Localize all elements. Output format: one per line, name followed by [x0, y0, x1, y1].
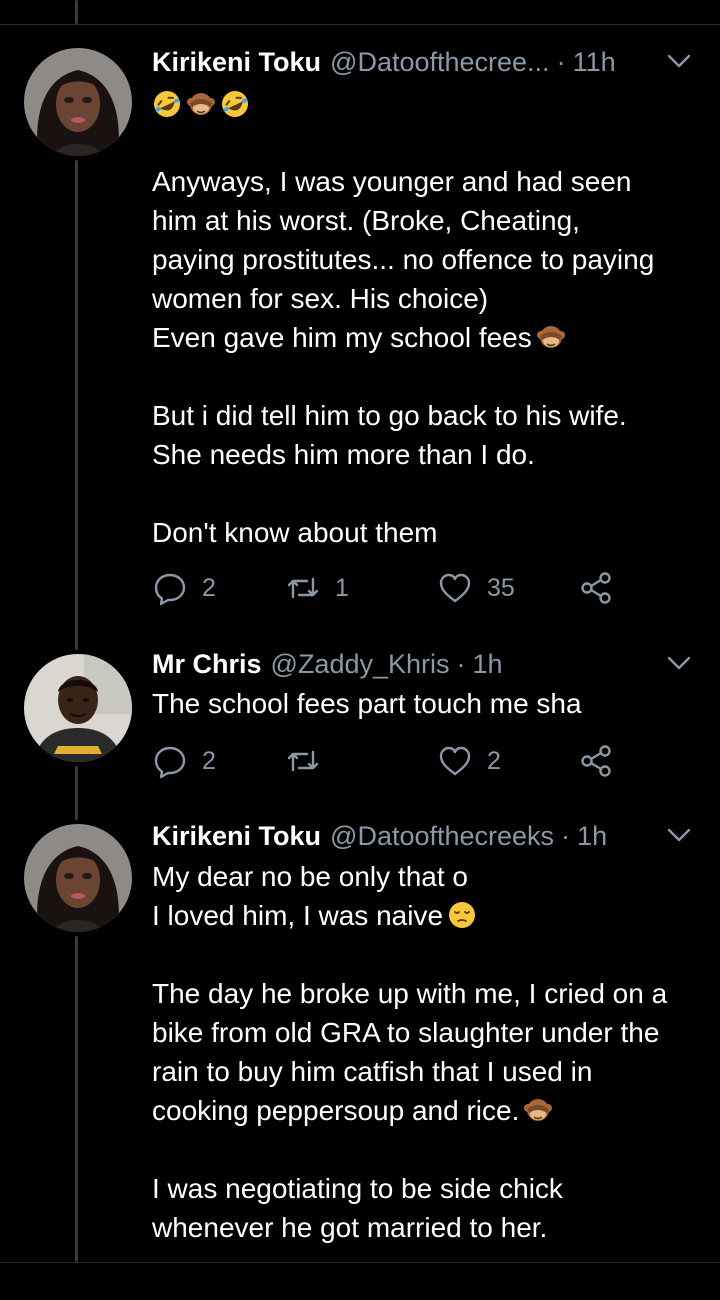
- tweet-line: I was negotiating to be side chick: [152, 1173, 563, 1204]
- chevron-down-icon[interactable]: [666, 652, 692, 674]
- tweet-actions: 2 1 35: [152, 568, 632, 608]
- username[interactable]: @Zaddy_Khris: [271, 649, 450, 680]
- tweet-actions: 2 2: [152, 741, 632, 781]
- avatar[interactable]: [24, 654, 132, 762]
- emoji-line: [152, 84, 708, 123]
- avatar[interactable]: [24, 824, 132, 932]
- reply-count: 2: [202, 746, 216, 775]
- pensive-face-emoji: [447, 900, 477, 930]
- tweet-line: cooking peppersoup and rice.: [152, 1091, 708, 1130]
- tweet-line: Even gave him my school fees: [152, 318, 708, 357]
- like-button[interactable]: 35: [437, 568, 515, 608]
- like-icon: [439, 573, 471, 603]
- tweet-line: I loved him, I was naive: [152, 896, 708, 935]
- tweet-line: Don't know about them: [152, 517, 438, 548]
- tweet-line: She needs him more than I do.: [152, 439, 535, 470]
- avatar[interactable]: [24, 48, 132, 156]
- tweet-line: The day he broke up with me, I cried on …: [152, 978, 668, 1009]
- share-icon: [581, 572, 611, 604]
- top-divider: [0, 24, 720, 25]
- reply-count: 2: [202, 573, 216, 602]
- thread-line: [75, 160, 78, 650]
- tweet-line: him at his worst. (Broke, Cheating,: [152, 205, 580, 236]
- share-icon: [581, 745, 611, 777]
- tweet-line: whenever he got married to her.: [152, 1212, 548, 1243]
- tweet-line: Anyways, I was younger and had seen: [152, 166, 632, 197]
- see-no-evil-monkey-emoji: [523, 1095, 553, 1125]
- tweet-text: Anyways, I was younger and had seen him …: [152, 84, 708, 552]
- reply-icon: [154, 573, 186, 606]
- retweet-icon: [287, 577, 319, 599]
- reply-icon: [154, 746, 186, 779]
- retweet-icon: [287, 750, 319, 772]
- bottom-divider: [0, 1262, 720, 1263]
- rofl-emoji: [220, 89, 250, 119]
- retweet-button[interactable]: [285, 741, 335, 781]
- retweet-button[interactable]: 1: [285, 568, 349, 608]
- timestamp[interactable]: 1h: [473, 649, 503, 680]
- tweet-text: The school fees part touch me sha: [152, 684, 708, 723]
- thread-line: [75, 766, 78, 820]
- separator-dot: ·: [561, 820, 571, 851]
- tweet-line: bike from old GRA to slaughter under the: [152, 1017, 660, 1048]
- like-button[interactable]: 2: [437, 741, 501, 781]
- retweet-count: 1: [335, 573, 349, 602]
- display-name[interactable]: Kirikeni Toku: [152, 47, 321, 78]
- tweet-line: The school fees part touch me sha: [152, 688, 582, 719]
- tweet-line: But i did tell him to go back to his wif…: [152, 400, 627, 431]
- display-name[interactable]: Mr Chris: [152, 649, 262, 680]
- username[interactable]: @Datoofthecree...: [330, 47, 550, 78]
- see-no-evil-monkey-emoji: [186, 89, 216, 119]
- see-no-evil-monkey-emoji: [536, 322, 566, 352]
- tweet-text: My dear no be only that o I loved him, I…: [152, 857, 708, 1247]
- chevron-down-icon[interactable]: [666, 824, 692, 846]
- like-icon: [439, 746, 471, 776]
- tweet-header: Kirikeni Toku @Datoofthecreeks · 1h: [152, 818, 700, 854]
- timestamp[interactable]: 11h: [573, 47, 616, 78]
- separator-dot: ·: [456, 648, 466, 679]
- chevron-down-icon[interactable]: [666, 50, 692, 72]
- share-button[interactable]: [578, 568, 614, 608]
- username[interactable]: @Datoofthecreeks: [330, 821, 554, 852]
- tweet-line: paying prostitutes... no offence to payi…: [152, 244, 655, 275]
- rofl-emoji: [152, 89, 182, 119]
- separator-dot: ·: [556, 46, 566, 77]
- tweet-header: Mr Chris @Zaddy_Khris · 1h: [152, 646, 700, 682]
- share-button[interactable]: [578, 741, 614, 781]
- thread-line: [75, 936, 78, 1262]
- like-count: 2: [487, 746, 501, 775]
- tweet-line: rain to buy him catfish that I used in: [152, 1056, 593, 1087]
- tweet-header: Kirikeni Toku @Datoofthecree... · 11h: [152, 44, 700, 80]
- like-count: 35: [487, 573, 515, 602]
- timestamp[interactable]: 1h: [577, 821, 607, 852]
- thread-line: [75, 0, 78, 24]
- reply-button[interactable]: 2: [152, 741, 216, 781]
- tweet-line: women for sex. His choice): [152, 283, 489, 314]
- reply-button[interactable]: 2: [152, 568, 216, 608]
- tweet-line: My dear no be only that o: [152, 861, 468, 892]
- display-name[interactable]: Kirikeni Toku: [152, 821, 321, 852]
